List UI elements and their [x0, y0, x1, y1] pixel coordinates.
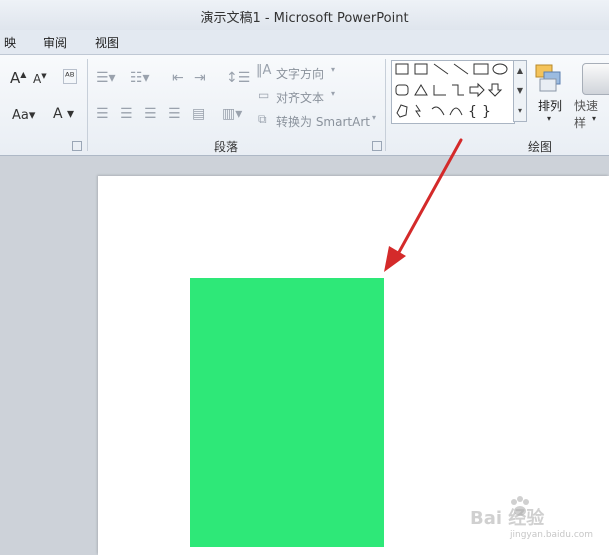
annotation-arrow — [384, 138, 463, 272]
watermark-text: Bai 经验 — [470, 508, 545, 529]
watermark-url: jingyan.baidu.com — [510, 530, 594, 540]
baidu-watermark: Bai 经验 jingyan.baidu.com — [470, 496, 600, 540]
